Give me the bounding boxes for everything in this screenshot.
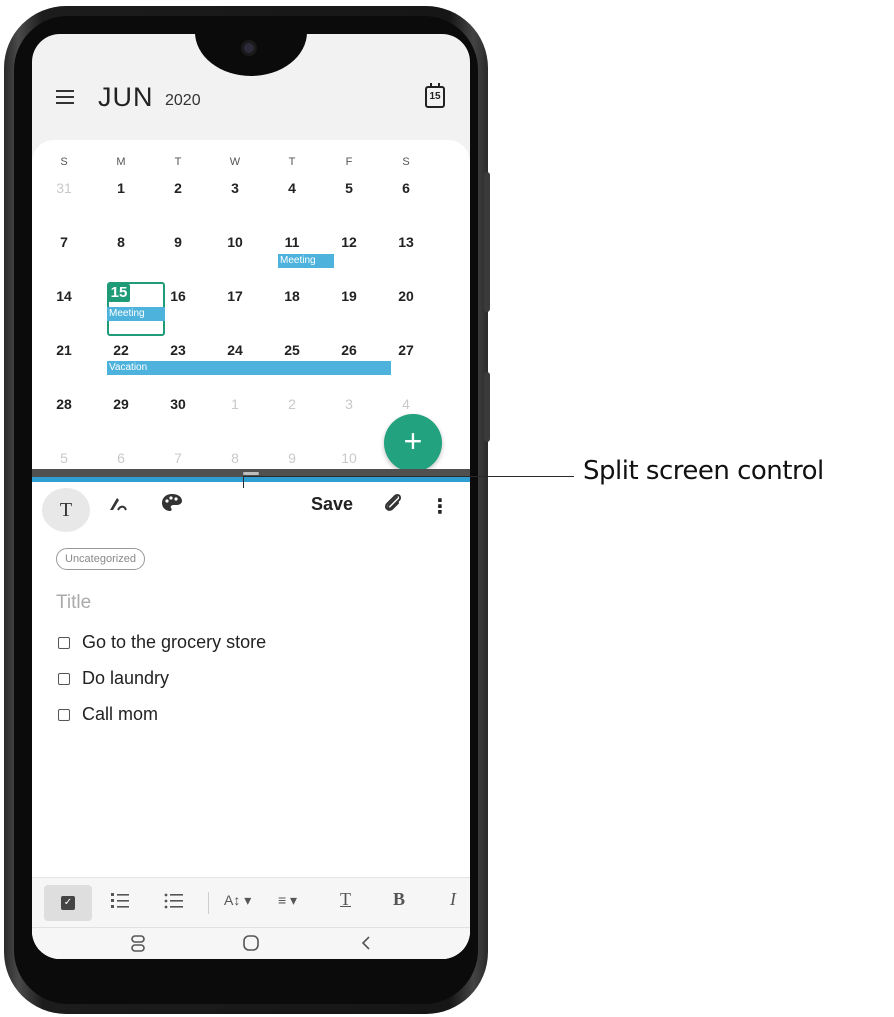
weekday-label: W <box>229 156 241 168</box>
more-options-icon[interactable]: ⋮ <box>430 494 450 519</box>
calendar-day[interactable]: 19 <box>329 288 369 304</box>
calendar-day[interactable]: 5 <box>44 450 84 466</box>
calendar-day[interactable]: 31 <box>44 180 84 196</box>
camera-notch <box>195 34 307 76</box>
callout-tick <box>243 476 244 488</box>
calendar-day[interactable]: 10 <box>215 234 255 250</box>
event-vacation[interactable]: Vacation <box>107 361 391 375</box>
split-screen-handle[interactable] <box>243 472 259 475</box>
menu-icon[interactable] <box>56 90 74 104</box>
palette-icon[interactable] <box>160 492 184 519</box>
calendar-day[interactable]: 4 <box>272 180 312 196</box>
event-meeting-15[interactable]: Meeting <box>107 307 165 321</box>
calendar-day[interactable]: 22 <box>101 342 141 358</box>
calendar-month-grid: SMTWTFS 31123456789101112131415161718192… <box>32 140 470 492</box>
calendar-day[interactable]: 24 <box>215 342 255 358</box>
notes-pane: T Save ⋮ Uncategorized Title Go to the g… <box>32 482 470 959</box>
split-screen-control-label: Split screen control <box>583 456 824 486</box>
calendar-day[interactable]: 11 <box>272 234 312 250</box>
calendar-day[interactable]: 8 <box>215 450 255 466</box>
calendar-day[interactable]: 10 <box>329 450 369 466</box>
back-icon[interactable] <box>360 934 372 957</box>
calendar-day[interactable]: 7 <box>158 450 198 466</box>
note-toolbar: T Save ⋮ <box>32 482 470 534</box>
calendar-day[interactable]: 21 <box>44 342 84 358</box>
calendar-day[interactable]: 6 <box>386 180 426 196</box>
navigation-bar <box>32 927 470 959</box>
calendar-day[interactable]: 3 <box>215 180 255 196</box>
calendar-day[interactable]: 30 <box>158 396 198 412</box>
volume-button <box>484 172 490 312</box>
calendar-day[interactable]: 20 <box>386 288 426 304</box>
power-button <box>484 372 490 442</box>
month-label[interactable]: JUN <box>98 82 154 113</box>
checklist-text[interactable]: Call mom <box>82 704 158 725</box>
calendar-day[interactable]: 9 <box>158 234 198 250</box>
numbered-list-icon[interactable] <box>110 892 130 915</box>
checkbox-icon: ✓ <box>61 896 75 910</box>
calendar-day[interactable]: 3 <box>329 396 369 412</box>
checklist-format-button[interactable]: ✓ <box>44 885 92 921</box>
text-size-icon[interactable]: A↕ ▾ <box>224 892 251 909</box>
checkbox[interactable] <box>58 673 70 685</box>
save-button[interactable]: Save <box>311 494 353 515</box>
calendar-day[interactable]: 6 <box>101 450 141 466</box>
text-mode-button[interactable]: T <box>42 488 90 532</box>
calendar-day[interactable]: 2 <box>272 396 312 412</box>
calendar-day[interactable]: 8 <box>101 234 141 250</box>
weekday-label: M <box>116 156 126 168</box>
add-event-button[interactable]: + <box>384 414 442 472</box>
weekday-label: S <box>60 156 68 168</box>
bulleted-list-icon[interactable] <box>164 892 184 915</box>
home-icon[interactable] <box>242 934 260 957</box>
toolbar-separator <box>208 892 209 914</box>
calendar-day[interactable]: 14 <box>44 288 84 304</box>
calendar-day[interactable]: 18 <box>272 288 312 304</box>
year-label: 2020 <box>165 92 201 109</box>
calendar-day[interactable]: 29 <box>101 396 141 412</box>
calendar-today-icon[interactable]: 15 <box>425 83 445 108</box>
today-icon-number: 15 <box>429 91 441 102</box>
calendar-day[interactable]: 23 <box>158 342 198 358</box>
pen-icon[interactable] <box>107 492 129 519</box>
checkbox[interactable] <box>58 709 70 721</box>
checklist-text[interactable]: Go to the grocery store <box>82 632 266 653</box>
title-field[interactable]: Title <box>56 592 91 614</box>
event-meeting-11[interactable]: Meeting <box>278 254 334 268</box>
checklist-text[interactable]: Do laundry <box>82 668 169 689</box>
calendar-day[interactable]: 5 <box>329 180 369 196</box>
category-chip[interactable]: Uncategorized <box>56 548 145 570</box>
calendar-day[interactable]: 4 <box>386 396 426 412</box>
phone-frame: JUN 2020 15 SMTWTFS 31 1 2 3 4 5 6 7 8 9 10 11 12 13 1… <box>4 6 490 1014</box>
camera-icon <box>241 40 257 56</box>
weekday-label: T <box>174 156 182 168</box>
underline-icon[interactable]: T <box>340 889 351 910</box>
calendar-day[interactable]: 25 <box>272 342 312 358</box>
calendar-day[interactable]: 1 <box>215 396 255 412</box>
recent-apps-icon[interactable] <box>130 934 146 959</box>
calendar-day[interactable]: 27 <box>386 342 426 358</box>
weekday-label: T <box>288 156 296 168</box>
calendar-day[interactable]: 28 <box>44 396 84 412</box>
calendar-day[interactable]: 12 <box>329 234 369 250</box>
format-toolbar: ✓ A↕ ▾ ≡ ▾ T B I <box>32 877 470 927</box>
calendar-header: JUN 2020 15 <box>32 74 470 138</box>
calendar-day[interactable]: 7 <box>44 234 84 250</box>
align-icon[interactable]: ≡ ▾ <box>278 892 297 909</box>
screen: JUN 2020 15 SMTWTFS 31 1 2 3 4 5 6 7 8 9 10 11 12 13 1… <box>32 34 470 959</box>
calendar-day[interactable]: 13 <box>386 234 426 250</box>
callout-line <box>243 476 574 477</box>
weekday-label: F <box>345 156 353 168</box>
today-date[interactable]: 15 <box>108 284 130 302</box>
calendar-day[interactable]: 17 <box>215 288 255 304</box>
weekday-label: S <box>402 156 410 168</box>
calendar-day[interactable]: 2 <box>158 180 198 196</box>
attach-icon[interactable] <box>382 492 404 519</box>
calendar-day[interactable]: 1 <box>101 180 141 196</box>
italic-icon[interactable]: I <box>450 889 456 910</box>
calendar-day[interactable]: 26 <box>329 342 369 358</box>
bold-icon[interactable]: B <box>393 889 405 910</box>
calendar-day[interactable]: 9 <box>272 450 312 466</box>
checkbox[interactable] <box>58 637 70 649</box>
